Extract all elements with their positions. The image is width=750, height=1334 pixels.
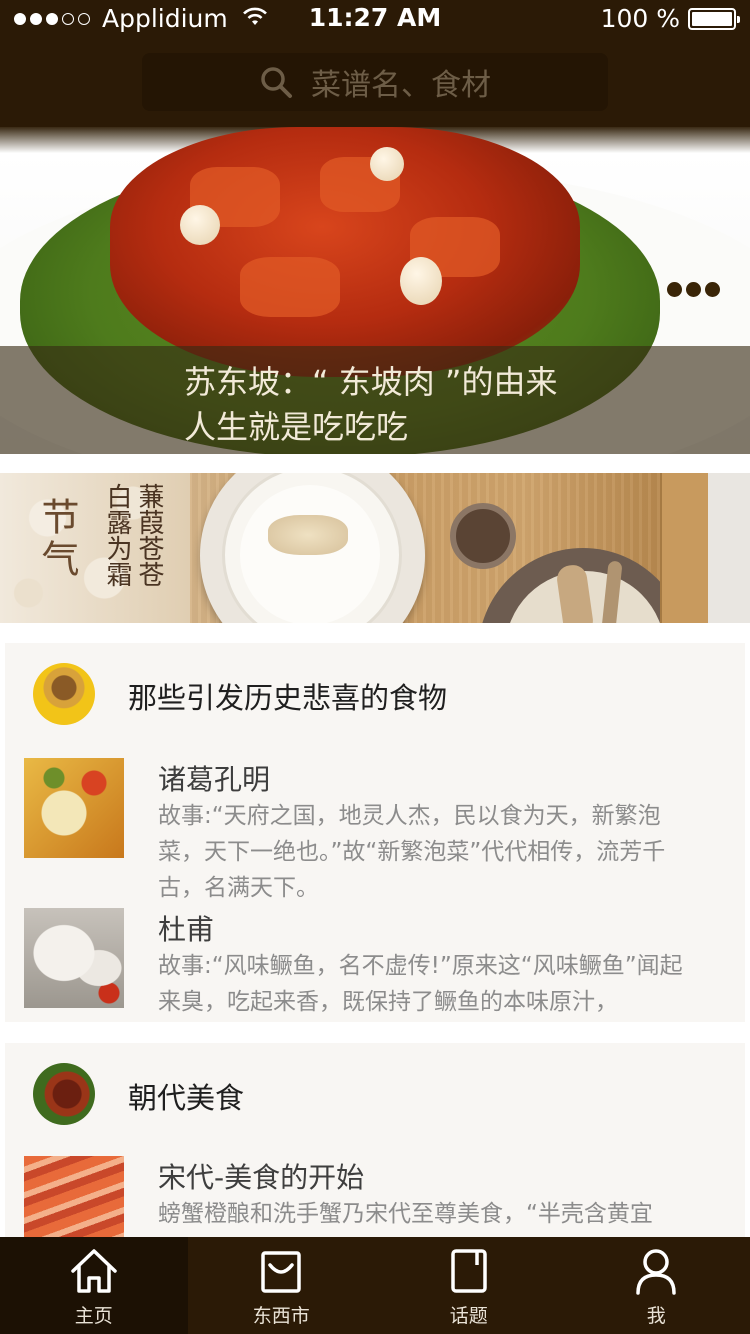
section-title[interactable]: 朝代美食	[128, 1075, 244, 1117]
item-thumbnail	[24, 758, 124, 858]
tab-label: 话题	[449, 1305, 488, 1327]
pager-dot-icon	[705, 282, 720, 297]
item-thumbnail	[24, 1156, 124, 1237]
tab-home[interactable]: 主页	[0, 1237, 188, 1334]
tab-label: 东西市	[252, 1305, 310, 1327]
tab-label: 我	[646, 1305, 666, 1327]
banner-cup-image	[450, 503, 516, 569]
hero-carousel[interactable]: 苏东坡：“ 东坡肉 ”的由来 人生就是吃吃吃	[0, 127, 750, 454]
search-bar[interactable]: 菜谱名、食材	[142, 53, 608, 111]
home-icon	[71, 1249, 117, 1293]
tab-market[interactable]: 东西市	[188, 1237, 376, 1334]
banner-line-a: 白露为霜	[102, 483, 132, 587]
solar-term-banner[interactable]: 节气 白露为霜 蒹葭苍苍	[0, 473, 750, 623]
tab-label: 主页	[74, 1305, 113, 1327]
tab-bar: 主页 东西市 话题 我	[0, 1237, 750, 1334]
pager-dot-icon	[667, 282, 682, 297]
section-title[interactable]: 那些引发历史悲喜的食物	[128, 675, 447, 717]
tab-me[interactable]: 我	[563, 1237, 750, 1334]
tab-topics[interactable]: 话题	[375, 1237, 563, 1334]
battery-indicator: 100 %	[600, 4, 740, 33]
section-avatar	[33, 663, 95, 725]
item-description: 故事:“天府之国，地灵人杰，民以食为天，新繁泡菜，天下一绝也。”故“新繁泡菜”代…	[158, 803, 666, 901]
hero-image-pork	[110, 127, 580, 377]
bag-icon	[261, 1251, 301, 1293]
item-title: 诸葛孔明	[158, 763, 271, 796]
section-card: 那些引发历史悲喜的食物 诸葛孔明 故事:“天府之国，地灵人杰，民以食为天，新繁泡…	[5, 643, 745, 1022]
item-title: 宋代-美食的开始	[158, 1161, 365, 1194]
search-icon	[259, 65, 293, 99]
battery-percent: 100 %	[600, 4, 680, 33]
hero-caption-title: 苏东坡：“ 东坡肉 ”的由来	[184, 363, 558, 401]
hero-caption-subtitle: 人生就是吃吃吃	[184, 408, 409, 446]
section-avatar	[33, 1063, 95, 1125]
topic-icon	[451, 1249, 487, 1293]
item-description: 螃蟹橙酿和洗手蟹乃宋代至尊美食，“半壳含黄宜	[158, 1201, 653, 1227]
search-placeholder: 菜谱名、食材	[311, 68, 491, 103]
pager-dot-icon	[686, 282, 701, 297]
banner-line-b: 蒹葭苍苍	[134, 483, 164, 587]
item-description: 故事:“风味鳜鱼，名不虚传!”原来这“风味鳜鱼”闻起来臭，吃起来香，既保持了鳜鱼…	[158, 953, 683, 1015]
section-card: 朝代美食 宋代-美食的开始 螃蟹橙酿和洗手蟹乃宋代至尊美食，“半壳含黄宜	[5, 1043, 745, 1237]
carousel-pager[interactable]	[667, 282, 720, 297]
battery-icon	[688, 7, 740, 30]
item-thumbnail	[24, 908, 124, 1008]
top-bar: Applidium 11:27 AM 100 % 菜谱名、食材	[0, 0, 750, 127]
user-icon	[636, 1249, 676, 1295]
item-title: 杜甫	[158, 913, 215, 946]
banner-jieqi: 节气	[35, 497, 79, 581]
hero-caption[interactable]: 苏东坡：“ 东坡肉 ”的由来 人生就是吃吃吃	[0, 346, 750, 454]
status-bar: Applidium 11:27 AM 100 %	[0, 0, 750, 36]
banner-dish-image	[268, 515, 348, 555]
